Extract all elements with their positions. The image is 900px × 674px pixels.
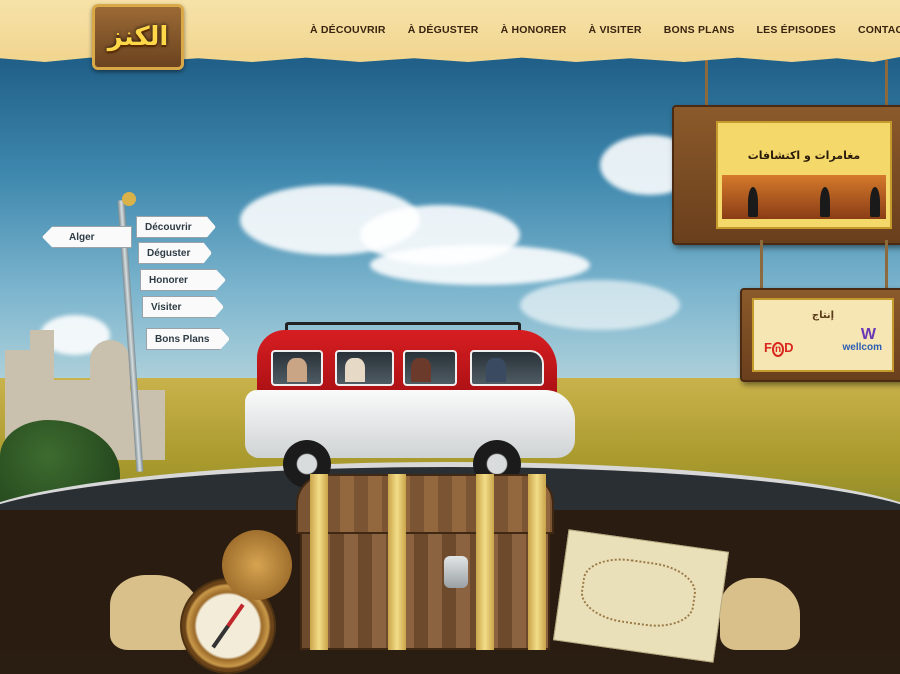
production-panel: إنتاج FnD W wellcom (752, 298, 894, 372)
wellcom-logo: wellcom (842, 342, 882, 353)
rope (885, 240, 888, 290)
nav-a-honorer[interactable]: À HONORER (501, 24, 567, 36)
poster-title: مغامرات و اكتشافات (747, 149, 861, 162)
nav-les-episodes[interactable]: LES ÉPISODES (757, 24, 836, 36)
red-van-illustration (245, 322, 580, 488)
rope (885, 60, 888, 110)
nav-bons-plans[interactable]: BONS PLANS (664, 24, 735, 36)
sign-bons-plans[interactable]: Bons Plans (146, 328, 230, 350)
found-logo: FnD (764, 340, 794, 357)
padlock-icon (444, 556, 468, 588)
sign-honorer[interactable]: Honorer (140, 269, 226, 291)
compass-icon (180, 517, 305, 674)
nav-a-decouvrir[interactable]: À DÉCOUVRIR (310, 24, 386, 36)
rope (760, 240, 763, 290)
main-nav: À DÉCOUVRIR À DÉGUSTER À HONORER À VISIT… (310, 24, 900, 36)
site-logo[interactable]: الكنز (92, 4, 184, 70)
nav-contact[interactable]: CONTACT (858, 24, 900, 36)
sign-decouvrir[interactable]: Découvrir (136, 216, 216, 238)
poster-canyon-band (722, 175, 886, 219)
nav-a-visiter[interactable]: À VISITER (589, 24, 642, 36)
sign-deguster[interactable]: Déguster (138, 242, 212, 264)
poster-image: مغامرات و اكتشافات (716, 121, 892, 229)
treasure-chest-illustration (296, 474, 554, 650)
sack-illustration (720, 578, 800, 650)
episode-poster-board[interactable]: مغامرات و اكتشافات (672, 105, 900, 245)
production-board: إنتاج FnD W wellcom (740, 288, 900, 382)
signpost-finial (122, 192, 136, 206)
map-illustration (552, 529, 730, 663)
sign-visiter[interactable]: Visiter (142, 296, 224, 318)
cloud (520, 280, 680, 330)
cloud (370, 245, 590, 285)
sign-alger: Alger (42, 226, 132, 248)
rope (705, 60, 708, 110)
production-label: إنتاج (811, 310, 835, 321)
nav-a-deguster[interactable]: À DÉGUSTER (408, 24, 479, 36)
